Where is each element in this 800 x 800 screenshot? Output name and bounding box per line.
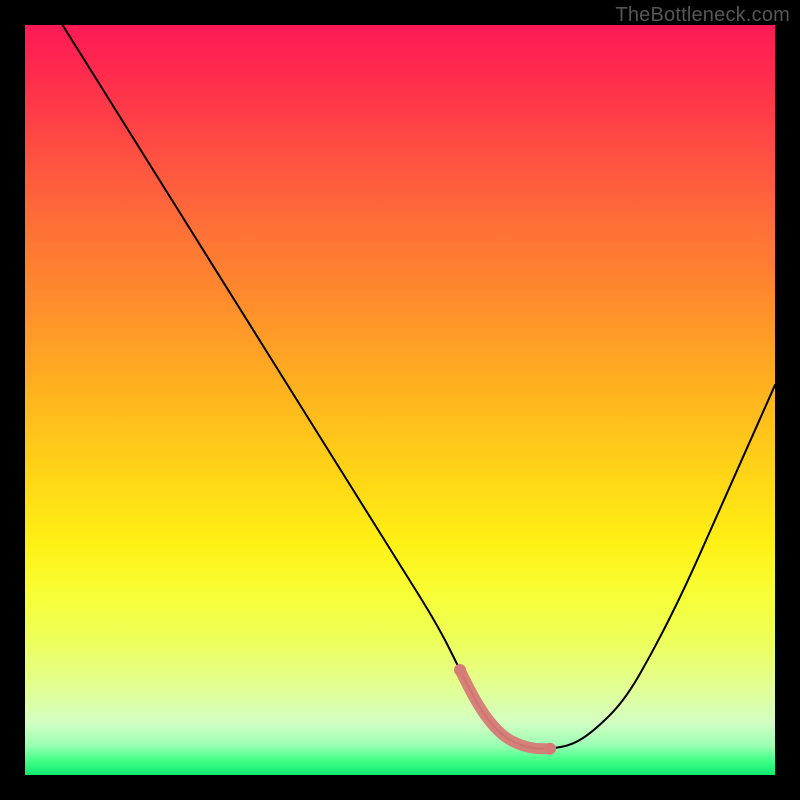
bottleneck-curve xyxy=(63,25,776,749)
chart-container: TheBottleneck.com xyxy=(0,0,800,800)
watermark-text: TheBottleneck.com xyxy=(615,4,790,27)
highlight-dot-left xyxy=(454,664,466,676)
plot-area xyxy=(25,25,775,775)
highlight-dot-right xyxy=(544,743,556,755)
highlight-minimum-band xyxy=(460,670,550,749)
curve-layer xyxy=(25,25,775,775)
